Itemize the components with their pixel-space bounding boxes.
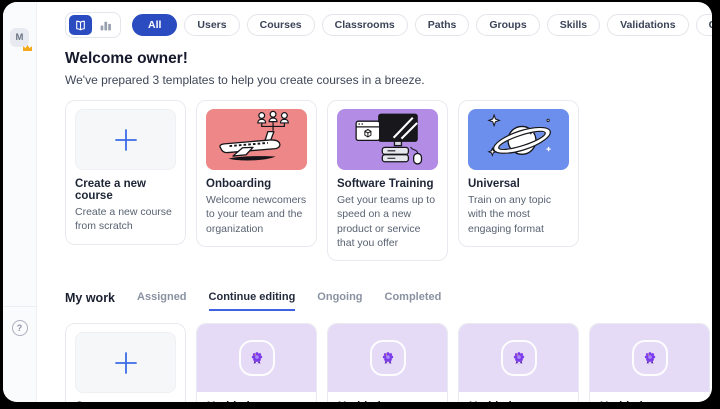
sidebar-footer: ? (3, 306, 36, 402)
tab-continue-editing[interactable]: Continue editing (208, 291, 296, 312)
card-description: Create a new course from scratch (75, 206, 172, 233)
template-card-software-training[interactable]: Software Training Get your teams up to sp… (327, 100, 448, 262)
main-content: All Users Courses Classrooms Paths Groups Skil… (37, 2, 712, 402)
course-badge (631, 340, 668, 377)
template-card-create-a-new-course[interactable]: Create a new course Create a new course f… (65, 100, 186, 245)
course-card-body: UntitledUpdated 9 days ago (328, 392, 447, 402)
work-card-untitled-2[interactable]: UntitledUpdated 9 days ago (327, 323, 448, 402)
filter-pill-courses[interactable]: Courses (246, 14, 315, 36)
book-icon (74, 19, 87, 32)
course-thumbnail (459, 324, 578, 393)
page-title: Welcome owner! (65, 50, 188, 67)
filter-pill-classrooms[interactable]: Classrooms (321, 14, 408, 36)
sidebar: M ? (3, 2, 37, 402)
app-window: M ? All Users Courses Classrooms Paths Groups… (3, 2, 712, 402)
airplane-illustration (206, 109, 307, 170)
course-card-body: UntitledUpdated 9 days ago (590, 392, 709, 402)
course-card-body: UntitledUpdated 9 days ago (459, 392, 578, 402)
filter-pill-groups[interactable]: Groups (476, 14, 540, 36)
help-icon[interactable]: ? (11, 320, 28, 336)
course-title: Untitled (469, 401, 568, 402)
card-description: Get your teams up to speed on a new prod… (337, 194, 436, 249)
course-badge (369, 340, 406, 377)
view-toggle (65, 12, 121, 38)
card-title: Universal (468, 178, 520, 190)
tab-completed[interactable]: Completed (385, 291, 442, 311)
avatar-initial: M (15, 32, 24, 43)
course-title: Untitled (600, 401, 699, 402)
filter-pill-skills[interactable]: Skills (546, 14, 601, 36)
bar-chart-icon (99, 19, 112, 32)
computer-illustration (337, 109, 438, 170)
course-thumbnail (590, 324, 709, 393)
course-title: Untitled (207, 401, 306, 402)
course-badge (238, 340, 275, 377)
template-cards-row: Create a new course Create a new course f… (65, 100, 712, 262)
my-work-tabs: Assigned Continue editing Ongoing Completed (137, 291, 442, 312)
my-work-bar: My work Assigned Continue editing Ongoing C… (65, 291, 712, 312)
reports-view-toggle[interactable] (94, 15, 117, 35)
course-title: Untitled (338, 401, 437, 402)
crown-icon (23, 45, 32, 51)
filter-pill-validations[interactable]: Validations (607, 14, 689, 36)
filter-pill-paths[interactable]: Paths (414, 14, 470, 36)
ribbon-icon (512, 351, 526, 365)
plus-icon (75, 332, 176, 394)
course-badge (500, 340, 537, 377)
card-description: Train on any topic with the most engagin… (468, 194, 552, 235)
filter-pill-all[interactable]: All (132, 14, 178, 36)
filter-pill-users[interactable]: Users (184, 14, 240, 36)
template-card-onboarding[interactable]: Onboarding Welcome newcomers to your team… (196, 100, 317, 247)
course-thumbnail (197, 324, 316, 393)
avatar[interactable]: M (10, 28, 32, 51)
tab-ongoing[interactable]: Ongoing (317, 291, 362, 311)
card-title: Onboarding (206, 178, 272, 190)
ribbon-icon (643, 351, 657, 365)
planet-illustration (468, 109, 569, 170)
card-title: Create a new course (75, 401, 176, 402)
filter-pill-certificates[interactable]: Certificates (695, 14, 712, 36)
work-card-untitled-3[interactable]: UntitledUpdated 9 days ago (458, 323, 579, 402)
tab-assigned[interactable]: Assigned (137, 291, 187, 311)
my-work-title: My work (65, 291, 116, 306)
card-title: Create a new course (75, 178, 146, 202)
card-description: Welcome newcomers to your team and the o… (206, 194, 307, 235)
course-card-body: UntitledUpdated yesterday (197, 392, 316, 402)
work-card-untitled-4[interactable]: UntitledUpdated 9 days ago (589, 323, 710, 402)
topbar: All Users Courses Classrooms Paths Groups Skil… (65, 12, 712, 38)
work-cards-row: Create a new courseCreate a new course f… (65, 323, 712, 402)
filter-pills: All Users Courses Classrooms Paths Groups Skil… (132, 14, 712, 36)
card-title: Software Training (337, 178, 434, 190)
work-card-untitled-1[interactable]: UntitledUpdated yesterday (196, 323, 317, 402)
ribbon-icon (381, 351, 395, 365)
plus-icon (75, 109, 176, 170)
course-thumbnail (328, 324, 447, 393)
page-subtitle: We've prepared 3 templates to help you c… (65, 73, 425, 87)
work-card-create-a-new-course[interactable]: Create a new courseCreate a new course f… (65, 323, 186, 402)
courses-view-toggle[interactable] (69, 15, 92, 35)
ribbon-icon (250, 351, 264, 365)
template-card-universal[interactable]: Universal Train on any topic with the mos… (458, 100, 579, 247)
